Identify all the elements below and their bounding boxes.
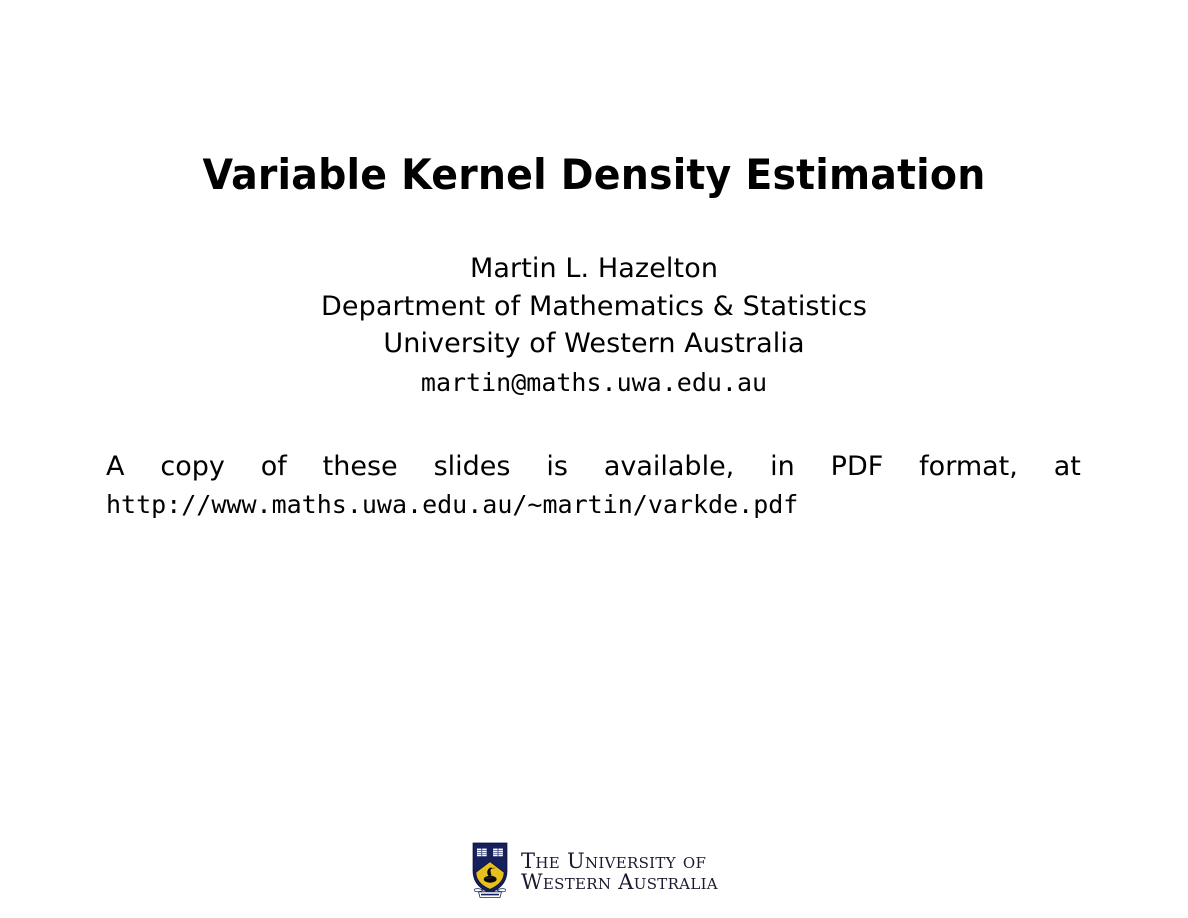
body-word: of — [260, 451, 287, 482]
uwa-wordmark: The University of Western Australia — [521, 849, 718, 894]
body-word: at — [1053, 451, 1081, 482]
body-word: slides — [433, 451, 511, 482]
author-name: Martin L. Hazelton — [469, 253, 719, 284]
author-email: martin@maths.uwa.edu.au — [420, 367, 768, 397]
slide-page: Variable Kernel Density Estimation Marti… — [0, 0, 1188, 918]
body-word: in — [770, 451, 795, 482]
body-line-justified: A copy of these slides is available, in … — [106, 448, 1081, 486]
author-block: Martin L. Hazelton Department of Mathema… — [0, 250, 1188, 402]
uwa-crest-icon — [470, 841, 510, 901]
author-department: Department of Mathematics & Statistics — [320, 290, 867, 322]
uwa-wordmark-line1: The University of — [521, 848, 707, 873]
body-word: these — [322, 451, 398, 482]
body-word: A — [106, 451, 125, 482]
uwa-wordmark-line2: Western Australia — [521, 870, 718, 894]
body-word: available, — [603, 451, 735, 482]
author-institution: University of Western Australia — [383, 328, 805, 359]
uwa-logo: The University of Western Australia — [0, 841, 1188, 901]
slides-availability-note: A copy of these slides is available, in … — [106, 448, 1081, 524]
body-word: copy — [160, 451, 225, 482]
body-word: format, — [919, 451, 1018, 482]
slides-url[interactable]: http://www.maths.uwa.edu.au/~martin/vark… — [106, 486, 1081, 524]
page-title: Variable Kernel Density Estimation — [202, 150, 986, 199]
body-word: is — [546, 451, 568, 482]
body-word: PDF — [830, 451, 884, 482]
